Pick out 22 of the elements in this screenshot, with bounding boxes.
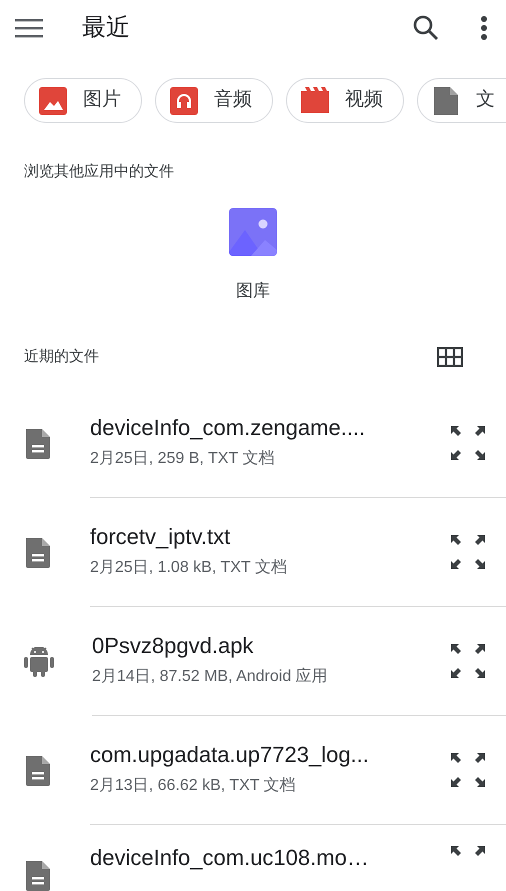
file-name: deviceInfo_com.zengame....	[90, 414, 366, 442]
file-name: 0Psvz8pgvd.apk	[92, 632, 254, 660]
page-title: 最近	[82, 13, 131, 43]
file-row[interactable]: 0Psvz8pgvd.apk 2月14日, 87.52 MB, Android 应用	[0, 607, 506, 716]
file-name: forcetv_iptv.txt	[90, 524, 232, 550]
file-row[interactable]: deviceInfo_com.zengame.... 2月25日, 259 B, TXT 文档	[0, 389, 506, 498]
file-row[interactable]: deviceInfo_com.uc108.mo…	[0, 825, 506, 891]
app-shortcut[interactable]: 图库	[229, 208, 277, 303]
file-row[interactable]: forcetv_iptv.txt 2月25日, 1.08 kB, TXT 文档	[0, 498, 506, 607]
filter-chip[interactable]: 音频	[155, 78, 273, 123]
filter-chip[interactable]: 图片	[24, 78, 142, 123]
file-name: deviceInfo_com.uc108.mo…	[90, 845, 370, 872]
file-row[interactable]: com.upgadata.up7723_log... 2月13日, 66.62 kB, TXT 文档	[0, 716, 506, 825]
file-details: 2月14日, 87.52 MB, Android 应用	[92, 666, 329, 688]
file-name: com.upgadata.up7723_log...	[90, 742, 370, 768]
section-heading: 近期的文件	[23, 346, 100, 367]
file-details: 2月25日, 259 B, TXT 文档	[90, 448, 276, 470]
section-heading: 浏览其他应用中的文件	[23, 162, 175, 182]
file-details: 2月25日, 1.08 kB, TXT 文档	[90, 558, 288, 578]
filter-chip[interactable]: 视频	[286, 78, 404, 123]
file-details: 2月13日, 66.62 kB, TXT 文档	[90, 776, 297, 796]
filter-chip[interactable]: 文	[417, 78, 506, 123]
